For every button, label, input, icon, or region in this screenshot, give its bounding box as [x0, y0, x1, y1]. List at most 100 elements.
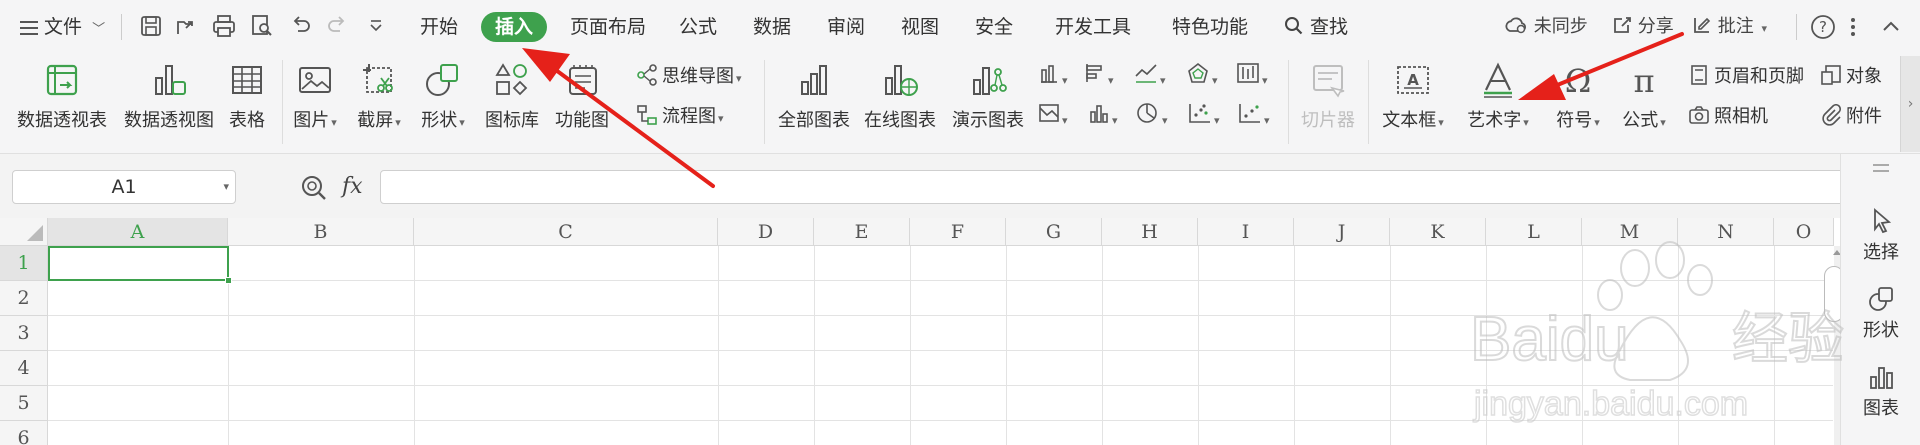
column-header-f[interactable]: F	[910, 218, 1006, 246]
row-header-5[interactable]: 5	[0, 386, 48, 421]
all-charts-button[interactable]: 全部图表	[776, 58, 852, 150]
column-header-e[interactable]: E	[814, 218, 910, 246]
shape-tool-label: 形状	[1863, 320, 1899, 341]
camera-button[interactable]: 照相机	[1688, 102, 1768, 130]
icon-library-icon	[495, 63, 528, 96]
screenshot-button[interactable]: 截屏 ▾	[354, 58, 404, 150]
column-header-g[interactable]: G	[1006, 218, 1102, 246]
watermark-cn: 经验	[1732, 307, 1844, 372]
radar-chart-button[interactable]: ▾	[1186, 62, 1218, 90]
row-header-6[interactable]: 6	[0, 421, 48, 445]
selected-cell-a1[interactable]	[48, 246, 232, 284]
tab-data[interactable]: 数据	[753, 12, 791, 42]
tab-developer[interactable]: 开发工具	[1055, 12, 1131, 42]
tab-formulas[interactable]: 公式	[679, 12, 717, 42]
row-header-1[interactable]: 1	[0, 246, 48, 281]
tab-view[interactable]: 视图	[901, 12, 939, 42]
wordart-button[interactable]: 艺术字 ▾	[1458, 58, 1538, 150]
row-header-4[interactable]: 4	[0, 351, 48, 386]
row-header-3[interactable]: 3	[0, 316, 48, 351]
column-header-a[interactable]: A	[48, 218, 228, 246]
customize-toolbar-icon[interactable]	[368, 18, 384, 34]
column-header-c[interactable]: C	[414, 218, 718, 246]
column-header-i[interactable]: I	[1198, 218, 1294, 246]
fill-handle[interactable]	[225, 277, 232, 284]
pivot-table-icon	[46, 64, 78, 96]
formula-button[interactable]: π 公式 ▾	[1614, 58, 1674, 150]
symbol-button[interactable]: Ω 符号 ▾	[1548, 58, 1608, 150]
panel-grip-icon[interactable]	[1873, 164, 1889, 172]
object-button[interactable]: 对象	[1820, 62, 1882, 90]
sync-status-label: 未同步	[1533, 16, 1588, 37]
tab-security[interactable]: 安全	[975, 12, 1013, 42]
zoom-formula-icon[interactable]	[300, 174, 328, 202]
icon-library-button[interactable]: 图标库	[480, 58, 544, 150]
textbox-button[interactable]: A 文本框 ▾	[1378, 58, 1448, 150]
function-chart-button[interactable]: 功能图	[552, 58, 612, 150]
column-header-h[interactable]: H	[1102, 218, 1198, 246]
ribbon-scroll-right-button[interactable]: ›	[1900, 56, 1920, 152]
formula-label: 公式 ▾	[1622, 110, 1666, 131]
pivot-chart-label: 数据透视图	[124, 110, 214, 131]
name-box[interactable]: A1 ▾	[12, 170, 236, 204]
search-button[interactable]: 查找	[1284, 12, 1348, 42]
chart-tool-label: 图表	[1863, 398, 1899, 419]
table-button[interactable]: 表格	[222, 58, 272, 150]
line-chart-button[interactable]: ▾	[1134, 62, 1166, 90]
tab-special-features[interactable]: 特色功能	[1172, 12, 1248, 42]
more-icon[interactable]	[1848, 14, 1858, 40]
online-chart-button[interactable]: 在线图表	[862, 58, 938, 150]
bar-chart-button[interactable]: ▾	[1084, 62, 1114, 90]
combo-chart-button[interactable]: ▾	[1088, 102, 1118, 130]
undo-icon[interactable]	[290, 15, 312, 37]
redo-icon[interactable]	[326, 15, 348, 37]
pivot-table-button[interactable]: 数据透视表	[14, 58, 110, 150]
column-header-b[interactable]: B	[228, 218, 414, 246]
picture-button[interactable]: 图片 ▾	[290, 58, 340, 150]
save-icon[interactable]	[140, 15, 162, 37]
scatter-chart-button[interactable]: ▾	[1188, 102, 1220, 130]
chart-tool-button[interactable]: 图表	[1841, 362, 1920, 420]
print-icon[interactable]	[212, 14, 236, 38]
bubble-chart-button[interactable]: ▾	[1238, 102, 1270, 130]
pie-chart-button[interactable]: ▾	[1136, 102, 1168, 130]
select-tool-button[interactable]: 选择	[1841, 206, 1920, 264]
file-menu-button[interactable]: 文件 ﹀	[20, 12, 105, 42]
share-button[interactable]: 分享	[1612, 12, 1674, 42]
comment-button[interactable]: 批注 ▾	[1692, 12, 1767, 42]
collapse-ribbon-icon[interactable]	[1880, 16, 1902, 38]
shape-button[interactable]: 形状 ▾	[418, 58, 468, 150]
tab-review[interactable]: 审阅	[827, 12, 865, 42]
shape-tool-button[interactable]: 形状	[1841, 284, 1920, 342]
tab-insert[interactable]: 插入	[481, 12, 548, 42]
divider	[1368, 60, 1369, 144]
wps-spreadsheet-window: 文件 ﹀ 开始 插入 页面布局 公式 数据 审阅 视图 安全 开发工具 特色功能…	[0, 0, 1920, 445]
area-chart-button[interactable]: ▾	[1038, 102, 1068, 130]
watermark-brand: Baidu	[1470, 305, 1629, 374]
column-chart-button[interactable]: ▾	[1038, 62, 1068, 90]
screenshot-label: 截屏 ▾	[357, 110, 401, 131]
print-preview-icon[interactable]	[250, 14, 274, 38]
pivot-chart-button[interactable]: 数据透视图	[120, 58, 218, 150]
tab-home[interactable]: 开始	[420, 12, 458, 42]
grid-line	[718, 246, 719, 445]
stock-chart-button[interactable]: ▾	[1236, 62, 1268, 90]
header-footer-button[interactable]: 页眉和页脚	[1688, 62, 1804, 90]
sync-status-button[interactable]: 未同步	[1504, 12, 1588, 42]
export-icon[interactable]	[174, 14, 198, 38]
slicer-label: 切片器	[1301, 110, 1355, 131]
camera-label: 照相机	[1714, 106, 1768, 127]
flowchart-button[interactable]: 流程图 ▾	[636, 102, 724, 130]
mind-map-button[interactable]: 思维导图 ▾	[636, 62, 742, 90]
attachment-button[interactable]: 附件	[1820, 102, 1882, 130]
column-header-j[interactable]: J	[1294, 218, 1390, 246]
insert-function-button[interactable]: fx	[342, 172, 363, 202]
tab-page-layout[interactable]: 页面布局	[570, 12, 646, 42]
help-icon[interactable]: ?	[1810, 14, 1836, 40]
slicer-button[interactable]: 切片器	[1298, 58, 1358, 150]
column-header-d[interactable]: D	[718, 218, 814, 246]
select-all-corner[interactable]	[0, 218, 48, 246]
demo-chart-button[interactable]: 演示图表	[950, 58, 1026, 150]
row-header-2[interactable]: 2	[0, 281, 48, 316]
formula-input[interactable]	[380, 170, 1852, 204]
